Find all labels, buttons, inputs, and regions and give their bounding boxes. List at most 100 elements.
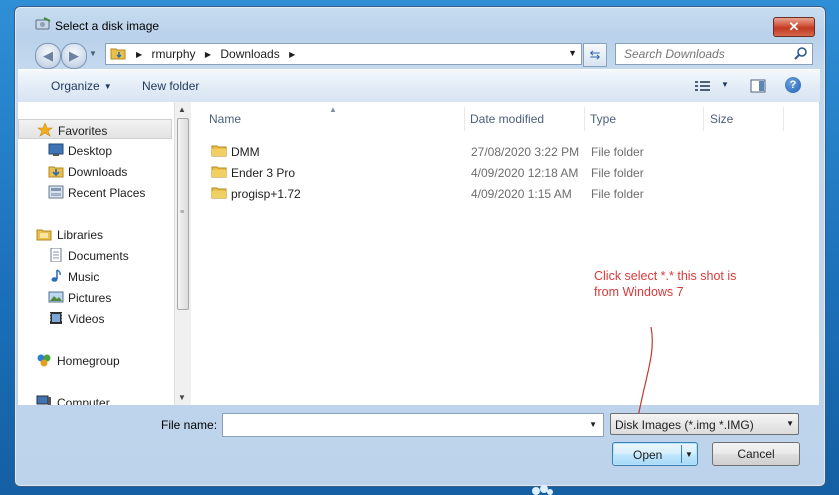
file-name: Ender 3 Pro bbox=[231, 166, 296, 180]
scroll-down-icon[interactable]: ▼ bbox=[178, 393, 186, 402]
search-icon[interactable] bbox=[794, 46, 808, 60]
file-type: File folder bbox=[591, 187, 644, 201]
recent-locations-chevron-down-icon[interactable]: ▼ bbox=[89, 49, 97, 58]
column-header-size[interactable]: Size bbox=[710, 112, 733, 126]
file-type: File folder bbox=[591, 145, 644, 159]
column-divider[interactable] bbox=[464, 107, 465, 131]
disk-image-icon bbox=[35, 17, 51, 30]
music-icon bbox=[51, 269, 61, 282]
nav-item-favorites[interactable]: Favorites bbox=[18, 119, 172, 139]
refresh-button[interactable]: ⇆ bbox=[583, 43, 607, 67]
folder-icon bbox=[110, 48, 126, 60]
star-icon bbox=[37, 123, 53, 137]
table-row[interactable]: progisp+1.72 4/09/2020 1:15 AM File fold… bbox=[211, 183, 811, 203]
column-header-date-modified[interactable]: Date modified bbox=[470, 112, 544, 126]
documents-icon bbox=[50, 248, 62, 262]
chevron-right-icon[interactable]: ▶ bbox=[289, 50, 295, 59]
table-row[interactable]: DMM 27/08/2020 3:22 PM File folder bbox=[211, 141, 811, 161]
table-row[interactable]: Ender 3 Pro 4/09/2020 12:18 AM File fold… bbox=[211, 162, 811, 182]
open-options-chevron-down-icon[interactable]: ▼ bbox=[685, 450, 693, 459]
file-name: progisp+1.72 bbox=[231, 187, 301, 201]
chevron-down-icon: ▼ bbox=[786, 419, 794, 428]
column-divider[interactable] bbox=[783, 107, 784, 131]
chevron-right-icon[interactable]: ▶ bbox=[205, 50, 211, 59]
nav-item-label: Favorites bbox=[58, 124, 108, 138]
file-name-label: File name: bbox=[161, 418, 218, 432]
search-box bbox=[615, 43, 813, 65]
desktop-logo-icon bbox=[532, 485, 553, 495]
organize-label: Organize bbox=[51, 79, 100, 93]
split-divider bbox=[681, 445, 682, 463]
nav-item-label: Homegroup bbox=[57, 354, 120, 368]
nav-item-homegroup[interactable]: Homegroup bbox=[18, 350, 172, 370]
folder-icon bbox=[211, 145, 227, 157]
title-bar[interactable]: Select a disk image ✕ bbox=[15, 7, 825, 39]
file-list: ▲ Name Date modified Type Size DMM 27/08… bbox=[191, 102, 819, 405]
open-button-label: Open bbox=[633, 448, 663, 462]
nav-item-libraries[interactable]: Libraries bbox=[18, 224, 172, 244]
nav-item-music[interactable]: Music bbox=[18, 266, 172, 286]
help-icon[interactable]: ? bbox=[785, 77, 801, 93]
file-date-modified: 27/08/2020 3:22 PM bbox=[471, 145, 580, 159]
nav-item-documents[interactable]: Documents bbox=[18, 245, 172, 265]
grip-icon: ≡ bbox=[180, 209, 185, 216]
file-date-modified: 4/09/2020 12:18 AM bbox=[471, 166, 579, 180]
navigation-pane: Favorites Desktop Downloads Recent Place… bbox=[18, 102, 174, 405]
navigation-scrollbar[interactable]: ▲ ≡ ▼ bbox=[174, 102, 191, 405]
nav-item-label: Libraries bbox=[57, 228, 104, 242]
sort-ascending-icon: ▲ bbox=[329, 105, 337, 114]
scrollbar-thumb[interactable]: ≡ bbox=[177, 118, 189, 310]
nav-item-label: Recent Places bbox=[68, 186, 146, 200]
file-date-modified: 4/09/2020 1:15 AM bbox=[471, 187, 572, 201]
nav-item-label: Pictures bbox=[68, 291, 112, 305]
downloads-icon bbox=[48, 166, 64, 178]
folder-icon bbox=[211, 166, 227, 178]
nav-item-label: Music bbox=[68, 270, 100, 284]
window-title: Select a disk image bbox=[55, 19, 160, 33]
libraries-icon bbox=[36, 229, 52, 241]
command-toolbar: Organize ▼ New folder ▼ ? bbox=[18, 69, 820, 103]
new-folder-button[interactable]: New folder bbox=[142, 79, 199, 93]
nav-item-label: Computer bbox=[57, 396, 110, 405]
address-bar[interactable]: ▶ rmurphy ▶ Downloads ▶ ▼ bbox=[105, 43, 582, 65]
open-file-dialog: Select a disk image ✕ ◀ ▶ ▼ ▶ rmurphy ▶ … bbox=[14, 6, 826, 487]
nav-item-pictures[interactable]: Pictures bbox=[18, 287, 172, 307]
back-button[interactable]: ◀ bbox=[35, 43, 61, 69]
chevron-down-icon: ▼ bbox=[103, 82, 112, 91]
nav-item-desktop[interactable]: Desktop bbox=[18, 140, 172, 160]
cancel-button[interactable]: Cancel bbox=[712, 442, 800, 466]
open-button[interactable]: Open ▼ bbox=[612, 442, 698, 466]
nav-item-videos[interactable]: Videos bbox=[18, 308, 172, 328]
chevron-right-icon[interactable]: ▶ bbox=[136, 50, 142, 59]
folder-icon bbox=[211, 187, 227, 199]
nav-item-downloads[interactable]: Downloads bbox=[18, 161, 172, 181]
search-input[interactable] bbox=[622, 44, 796, 64]
nav-item-computer[interactable]: Computer bbox=[18, 392, 172, 405]
forward-button[interactable]: ▶ bbox=[61, 43, 87, 69]
column-divider[interactable] bbox=[584, 107, 585, 131]
organize-button[interactable]: Organize ▼ bbox=[51, 79, 112, 93]
column-header-type[interactable]: Type bbox=[590, 112, 616, 126]
homegroup-icon bbox=[37, 354, 51, 367]
file-type-filter-select[interactable]: Disk Images (*.img *.IMG) ▼ bbox=[610, 413, 799, 435]
file-name-chevron-down-icon[interactable]: ▼ bbox=[589, 420, 597, 429]
change-view-icon[interactable] bbox=[695, 80, 711, 92]
breadcrumb-item-downloads[interactable]: Downloads bbox=[220, 47, 279, 61]
nav-item-recent-places[interactable]: Recent Places bbox=[18, 182, 172, 202]
view-options-chevron-down-icon[interactable]: ▼ bbox=[721, 80, 729, 89]
recent-places-icon bbox=[48, 185, 64, 199]
scroll-up-icon[interactable]: ▲ bbox=[178, 105, 186, 114]
column-divider[interactable] bbox=[703, 107, 704, 131]
file-name: DMM bbox=[231, 145, 260, 159]
file-type: File folder bbox=[591, 166, 644, 180]
desktop-icon bbox=[48, 143, 64, 156]
close-button[interactable]: ✕ bbox=[773, 17, 815, 37]
file-name-input[interactable] bbox=[227, 414, 581, 436]
column-header-name[interactable]: Name bbox=[209, 112, 241, 126]
preview-pane-icon[interactable] bbox=[750, 79, 766, 93]
file-name-combobox: ▼ bbox=[222, 413, 604, 437]
address-chevron-down-icon[interactable]: ▼ bbox=[568, 48, 577, 58]
computer-icon bbox=[36, 395, 51, 405]
nav-item-label: Documents bbox=[68, 249, 129, 263]
breadcrumb-item-user[interactable]: rmurphy bbox=[152, 47, 196, 61]
